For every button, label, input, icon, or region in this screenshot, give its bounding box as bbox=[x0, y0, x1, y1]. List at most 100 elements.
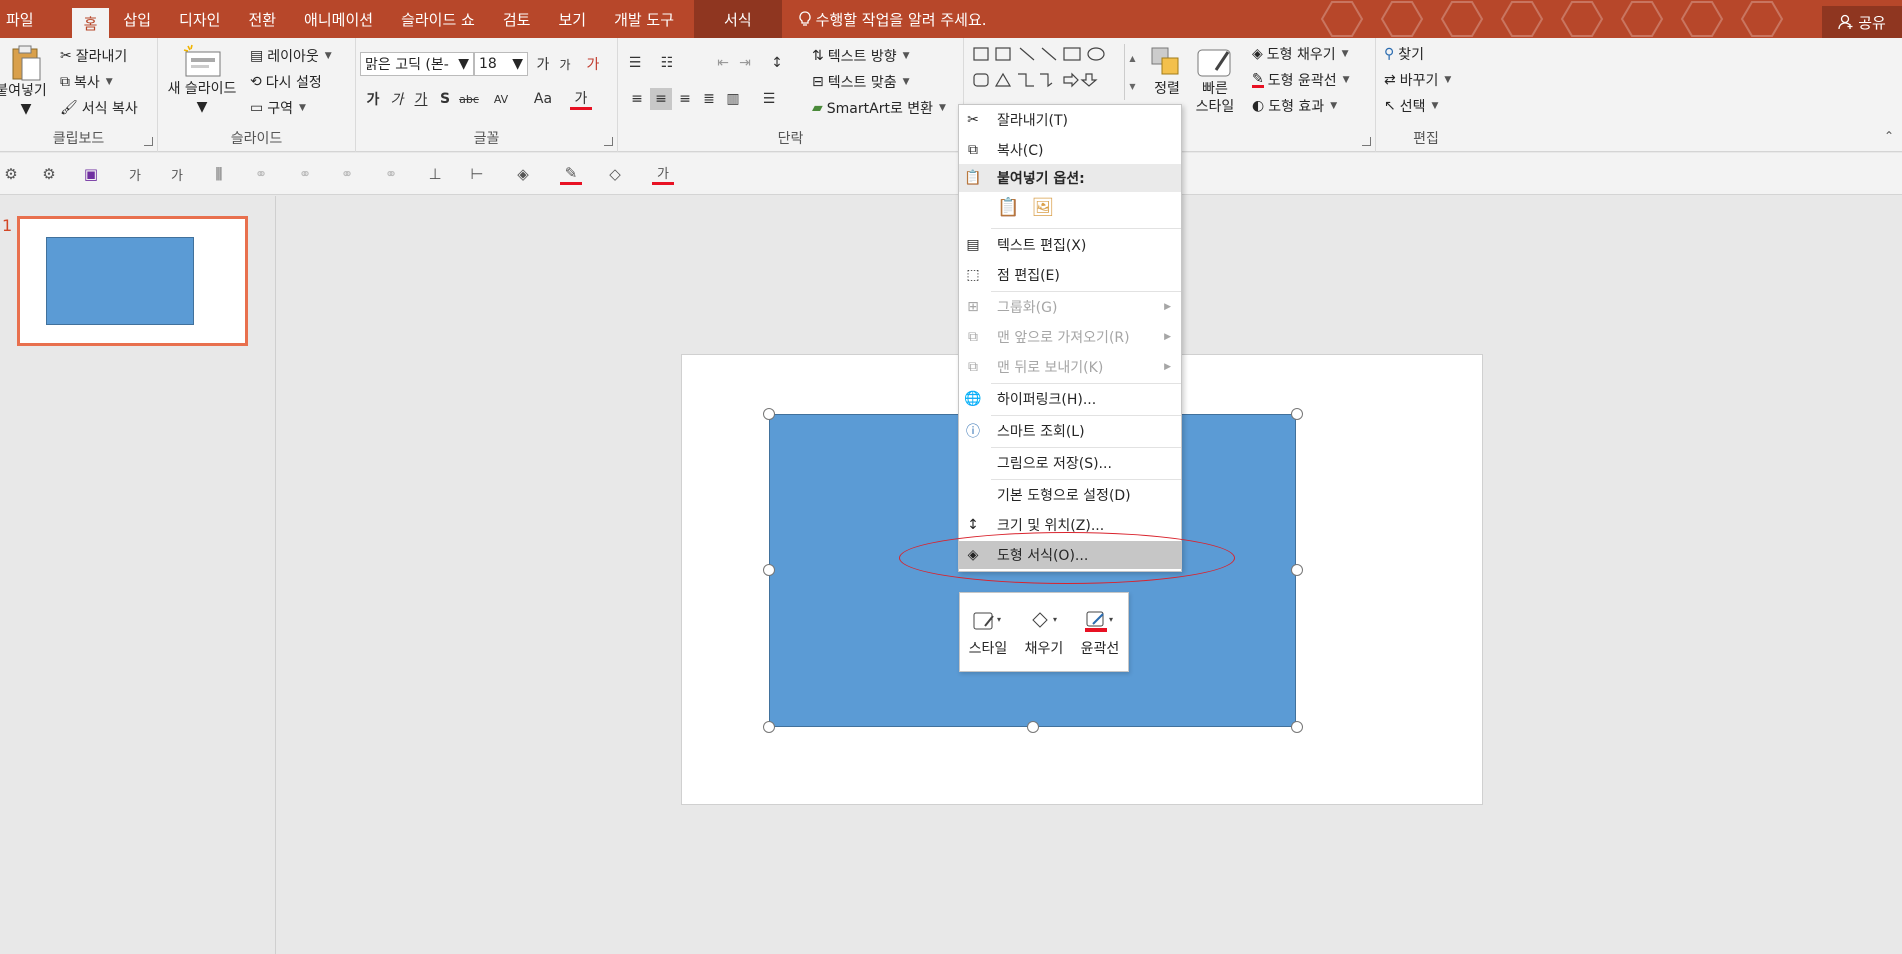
align-center-button[interactable]: ≡ bbox=[650, 88, 672, 110]
align-left-button[interactable]: ≡ bbox=[626, 88, 648, 110]
tab-animations[interactable]: 애니메이션 bbox=[290, 0, 387, 38]
font-name-combo[interactable]: 맑은 고딕 (본- ▼ bbox=[360, 52, 474, 76]
tab-developer[interactable]: 개발 도구 bbox=[600, 0, 688, 38]
resize-handle[interactable] bbox=[763, 564, 775, 576]
paste-keep-source-icon[interactable]: 📋 bbox=[997, 197, 1019, 218]
text-align-button[interactable]: ☰ bbox=[758, 88, 780, 110]
tab-view[interactable]: 보기 bbox=[544, 0, 600, 38]
shape-effects-button[interactable]: ◐ 도형 효과 ▼ bbox=[1252, 96, 1337, 116]
menu-item-save-as-picture[interactable]: 그림으로 저장(S)... bbox=[959, 449, 1181, 477]
resize-handle[interactable] bbox=[1027, 721, 1039, 733]
menu-item-group[interactable]: ⊞ 그룹화(G) ▶ bbox=[959, 293, 1181, 321]
font-size-combo[interactable]: 18 ▼ bbox=[474, 52, 528, 76]
copy-button[interactable]: ⧉ 복사 ▼ bbox=[60, 72, 113, 92]
shape-effects-icon[interactable]: ◇ bbox=[604, 163, 626, 185]
layout-button[interactable]: ▤ 레이아웃 ▼ bbox=[250, 46, 332, 66]
section-button[interactable]: ▭ 구역 ▼ bbox=[250, 98, 306, 118]
format-painter-button[interactable]: 🖌 서식 복사 bbox=[60, 98, 138, 118]
find-button[interactable]: ⚲ 찾기 bbox=[1384, 44, 1424, 64]
paint-bucket-icon[interactable]: ◈ bbox=[512, 163, 534, 185]
shrink-font-button[interactable]: 가 bbox=[554, 53, 576, 75]
resize-handle[interactable] bbox=[1291, 564, 1303, 576]
resize-handle[interactable] bbox=[763, 721, 775, 733]
paste-picture-icon[interactable]: 🖼 bbox=[1031, 197, 1054, 218]
menu-item-hyperlink[interactable]: 🌐 하이퍼링크(H)... bbox=[959, 385, 1181, 413]
menu-item-set-default-shape[interactable]: 기본 도형으로 설정(D) bbox=[959, 481, 1181, 509]
tab-design[interactable]: 디자인 bbox=[165, 0, 234, 38]
font-color-button[interactable]: 가 bbox=[570, 88, 592, 110]
bullets-button[interactable]: ☰ bbox=[624, 52, 646, 74]
clear-formatting-button[interactable]: 가 bbox=[582, 53, 604, 75]
tab-home[interactable]: 홈 bbox=[71, 8, 110, 38]
outline-button[interactable]: ▾ 윤곽선 bbox=[1081, 610, 1119, 658]
menu-item-bring-to-front[interactable]: ⧉ 맨 앞으로 가져오기(R) ▶ bbox=[959, 323, 1181, 351]
tell-me-box[interactable]: 수행할 작업을 알려 주세요. bbox=[798, 0, 987, 38]
union-shapes-icon[interactable]: ⚭ bbox=[294, 163, 316, 185]
collapse-ribbon-icon[interactable]: ⌃ bbox=[1884, 129, 1894, 143]
pen-icon[interactable]: ✎ bbox=[560, 163, 582, 185]
underline-button[interactable]: 가 bbox=[410, 88, 432, 110]
intersect-shapes-icon[interactable]: ⚭ bbox=[336, 163, 358, 185]
tab-review[interactable]: 검토 bbox=[489, 0, 545, 38]
style-button[interactable]: ▾ 스타일 bbox=[969, 610, 1007, 658]
new-slide-button[interactable]: 새 슬라이드 ▼ bbox=[164, 44, 240, 116]
align-middle-icon[interactable]: ⊢ bbox=[466, 163, 488, 185]
increase-indent-button[interactable]: ⇥ bbox=[734, 52, 756, 74]
gallery-scroll[interactable]: ▲ ▼ bbox=[1124, 44, 1140, 100]
reset-button[interactable]: ⟲ 다시 설정 bbox=[250, 72, 322, 92]
share-button[interactable]: 공유 bbox=[1822, 6, 1902, 38]
change-case-button[interactable]: Aa bbox=[528, 88, 558, 110]
tab-slide-show[interactable]: 슬라이드 쇼 bbox=[387, 0, 489, 38]
fill-button[interactable]: ▾ 채우기 bbox=[1025, 610, 1063, 658]
align-text-button[interactable]: ⊟ 텍스트 맞춤 ▼ bbox=[812, 72, 910, 92]
shape-outline-button[interactable]: ✎ 도형 윤곽선 ▼ bbox=[1252, 70, 1350, 90]
justify-button[interactable]: ≣ bbox=[698, 88, 720, 110]
distribute-icon[interactable]: ⫼ bbox=[208, 163, 230, 185]
menu-item-smart-lookup[interactable]: ⓘ 스마트 조회(L) bbox=[959, 417, 1181, 445]
subtract-shapes-icon[interactable]: ⚭ bbox=[380, 163, 402, 185]
columns-button[interactable]: ▥ bbox=[722, 88, 744, 110]
shape-fill-button[interactable]: ◈ 도형 채우기 ▼ bbox=[1252, 44, 1349, 64]
dialog-launcher-icon[interactable] bbox=[1362, 137, 1371, 146]
tab-transitions[interactable]: 전환 bbox=[234, 0, 290, 38]
menu-item-cut[interactable]: ✂ 잘라내기(T) bbox=[959, 106, 1181, 134]
align-right-button[interactable]: ≡ bbox=[674, 88, 696, 110]
menu-item-edit-points[interactable]: ⬚ 점 편집(E) bbox=[959, 261, 1181, 289]
tab-format[interactable]: 서식 bbox=[694, 0, 782, 38]
menu-item-send-to-back[interactable]: ⧉ 맨 뒤로 보내기(K) ▶ bbox=[959, 353, 1181, 381]
shapes-gallery[interactable] bbox=[972, 44, 1140, 100]
hierarchy-icon[interactable]: ⚙ bbox=[38, 163, 60, 185]
org-chart-icon[interactable]: ⚙ bbox=[0, 163, 22, 185]
shadow-button[interactable]: S bbox=[434, 88, 456, 110]
merge-shapes-icon[interactable]: ⚭ bbox=[250, 163, 272, 185]
text-direction-button[interactable]: ⇅ 텍스트 방향 ▼ bbox=[812, 46, 910, 66]
resize-handle[interactable] bbox=[1291, 408, 1303, 420]
cut-button[interactable]: ✂ 잘라내기 bbox=[60, 46, 127, 66]
font-a-icon[interactable]: 가 bbox=[124, 163, 146, 185]
line-spacing-button[interactable]: ↕ bbox=[766, 52, 788, 74]
resize-handle[interactable] bbox=[763, 408, 775, 420]
numbering-button[interactable]: ☷ bbox=[656, 52, 678, 74]
char-spacing-button[interactable]: AV bbox=[486, 88, 516, 110]
paste-button[interactable]: 붙여넣기 ▼ bbox=[0, 44, 52, 118]
smartart-button[interactable]: ▰ SmartArt로 변환 ▼ bbox=[812, 98, 946, 118]
quick-styles-button[interactable]: 빠른 스타일 bbox=[1184, 46, 1246, 116]
grow-font-button[interactable]: 가 bbox=[532, 53, 554, 75]
italic-button[interactable]: 가 bbox=[386, 88, 408, 110]
dialog-launcher-icon[interactable] bbox=[144, 137, 153, 146]
save-icon[interactable]: ▣ bbox=[80, 163, 102, 185]
resize-handle[interactable] bbox=[1291, 721, 1303, 733]
select-button[interactable]: ↖ 선택 ▼ bbox=[1384, 96, 1438, 116]
menu-item-copy[interactable]: ⧉ 복사(C) bbox=[959, 136, 1181, 164]
replace-button[interactable]: ⇄ 바꾸기 ▼ bbox=[1384, 70, 1451, 90]
strikethrough-button[interactable]: abc bbox=[458, 88, 480, 110]
slide-thumbnail[interactable] bbox=[17, 216, 248, 346]
font-b-icon[interactable]: 가 bbox=[166, 163, 188, 185]
font-color-icon[interactable]: 가 bbox=[652, 163, 674, 185]
tab-insert[interactable]: 삽입 bbox=[109, 0, 165, 38]
menu-item-edit-text[interactable]: ▤ 텍스트 편집(X) bbox=[959, 231, 1181, 259]
tab-file[interactable]: 파일 bbox=[0, 0, 48, 38]
dialog-launcher-icon[interactable] bbox=[604, 137, 613, 146]
bold-button[interactable]: 가 bbox=[362, 88, 384, 110]
decrease-indent-button[interactable]: ⇤ bbox=[712, 52, 734, 74]
